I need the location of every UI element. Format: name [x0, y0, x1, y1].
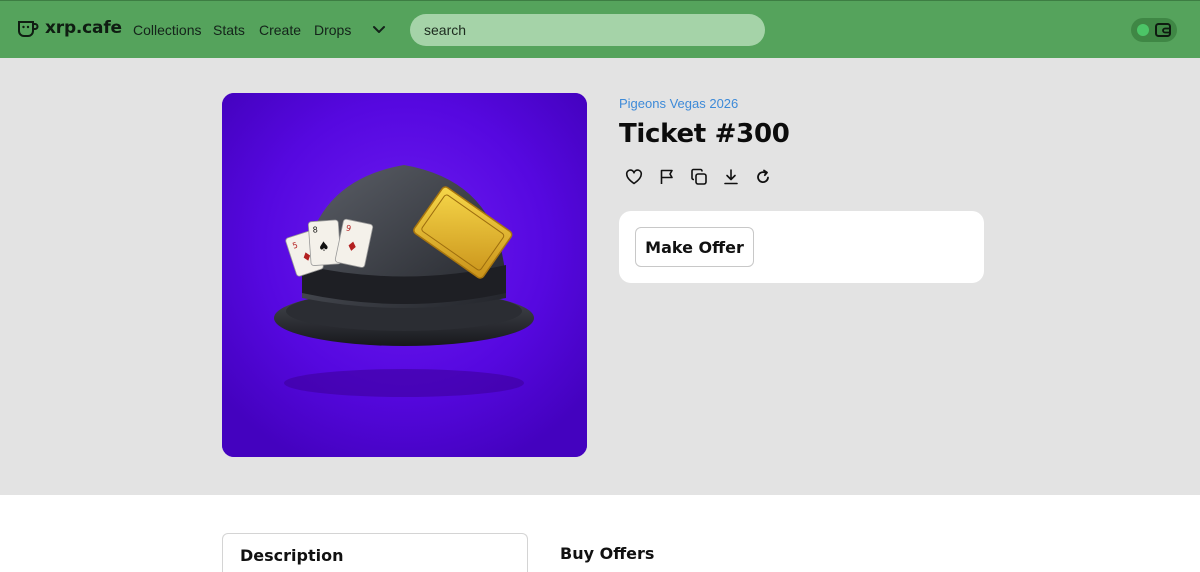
offer-card: Make Offer: [619, 211, 984, 283]
description-label: Description: [240, 546, 344, 565]
search-input[interactable]: [410, 14, 765, 46]
wallet-icon: [1155, 23, 1171, 37]
cup-logo-icon: [18, 21, 39, 37]
buy-offers-heading: Buy Offers: [560, 544, 655, 563]
nav-drops[interactable]: Drops: [314, 22, 351, 38]
svg-text:8: 8: [312, 225, 318, 234]
collection-link[interactable]: Pigeons Vegas 2026: [619, 96, 738, 111]
wallet-toggle-button[interactable]: [1131, 18, 1177, 42]
item-hero-section: [0, 58, 1200, 495]
heart-icon[interactable]: [625, 168, 643, 186]
nav-collections[interactable]: Collections: [133, 22, 201, 38]
make-offer-button[interactable]: Make Offer: [635, 227, 754, 267]
description-panel-header[interactable]: Description: [222, 533, 528, 572]
status-dot: [1137, 24, 1149, 36]
refresh-icon[interactable]: [754, 168, 772, 186]
site-logo[interactable]: xrp.cafe: [17, 18, 122, 38]
chevron-down-icon[interactable]: [372, 25, 386, 35]
svg-text:♠: ♠: [317, 239, 330, 255]
nav-create[interactable]: Create: [259, 22, 301, 38]
nft-image[interactable]: 5 ♦ 8 ♠ 9 ♦: [222, 93, 587, 457]
copy-icon[interactable]: [690, 168, 708, 186]
item-title: Ticket #300: [619, 119, 790, 149]
logo-text: xrp.cafe: [45, 18, 122, 38]
nav-stats[interactable]: Stats: [213, 22, 245, 38]
flag-icon[interactable]: [658, 168, 676, 186]
download-icon[interactable]: [722, 168, 740, 186]
top-navbar: xrp.cafe Collections Stats Create Drops: [0, 0, 1200, 58]
